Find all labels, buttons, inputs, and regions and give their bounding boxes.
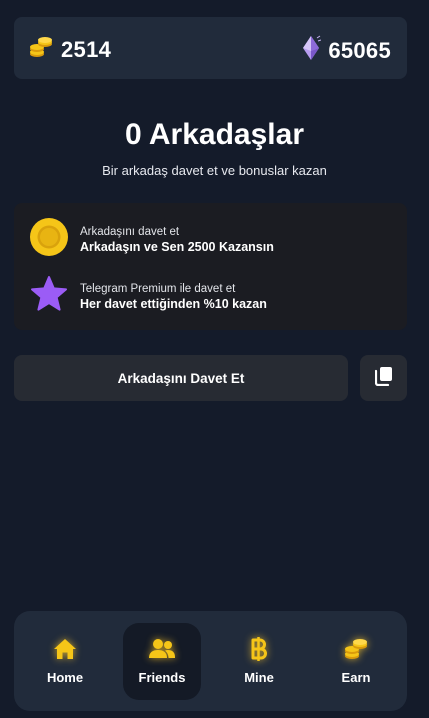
bonus-reward: Arkadaşın ve Sen 2500 Kazansın bbox=[80, 239, 274, 254]
nav-label: Friends bbox=[138, 670, 186, 685]
home-icon bbox=[53, 636, 77, 662]
coin-stack-icon bbox=[344, 636, 368, 662]
nav-item-home[interactable]: Home bbox=[26, 623, 104, 700]
nav-label: Earn bbox=[341, 670, 371, 685]
gem-icon bbox=[301, 35, 322, 66]
nav-item-earn[interactable]: Earn bbox=[317, 623, 395, 700]
copy-link-button[interactable] bbox=[360, 355, 407, 401]
bonus-label: Arkadaşını davet et bbox=[80, 225, 180, 238]
bonus-reward: Her davet ettiğinden %10 kazan bbox=[80, 296, 267, 311]
baht-icon bbox=[250, 636, 268, 662]
gem-balance: 65065 bbox=[301, 35, 391, 66]
page-subtitle: Bir arkadaş davet et ve bonuslar kazan bbox=[102, 163, 327, 178]
star-icon bbox=[30, 275, 68, 318]
coin-stack-icon bbox=[29, 35, 53, 64]
friends-screen: 2514 65065 0 Arkadaşlar Bir arkadaş dave… bbox=[0, 0, 429, 718]
bonus-card: Arkadaşını davet et Arkadaşın ve Sen 250… bbox=[14, 203, 407, 330]
nav-item-friends[interactable]: Friends bbox=[123, 623, 201, 700]
friends-icon bbox=[149, 636, 175, 662]
bonus-item-invite: Arkadaşını davet et Arkadaşın ve Sen 250… bbox=[30, 218, 274, 261]
bottom-nav: Home Friends Mine Earn bbox=[14, 611, 407, 711]
nav-label: Mine bbox=[244, 670, 274, 685]
page-title: 0 Arkadaşlar bbox=[124, 118, 304, 151]
gem-balance-value: 65065 bbox=[328, 37, 391, 63]
copy-icon bbox=[374, 366, 393, 391]
gold-coin-icon bbox=[30, 218, 68, 261]
nav-label: Home bbox=[46, 670, 84, 685]
bonus-label: Telegram Premium ile davet et bbox=[80, 282, 236, 295]
coin-balance-value: 2514 bbox=[61, 36, 112, 62]
invite-friend-button[interactable]: Arkadaşını Davet Et bbox=[14, 355, 348, 401]
bonus-item-premium: Telegram Premium ile davet et Her davet … bbox=[30, 275, 267, 318]
nav-item-mine[interactable]: Mine bbox=[220, 623, 298, 700]
coin-balance: 2514 bbox=[29, 35, 111, 64]
balance-bar: 2514 65065 bbox=[14, 17, 407, 79]
